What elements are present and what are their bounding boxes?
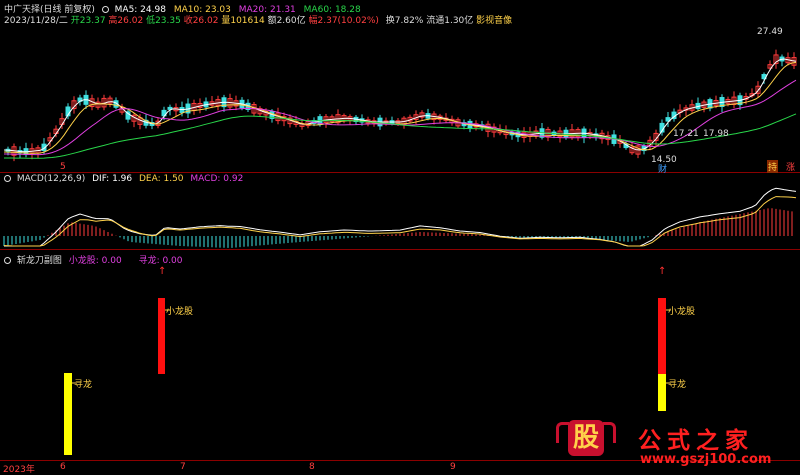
- moving-average-lines: [3, 58, 797, 159]
- macd-label: MACD(12,26,9): [16, 174, 86, 184]
- bar-label-xunlong: 寻龙: [74, 380, 93, 390]
- macd-dif: DIF: 1.96: [92, 174, 133, 184]
- xaxis-month-9: 9: [450, 462, 456, 472]
- bar-label-xiaolonggu: 小龙股: [668, 307, 696, 317]
- watermark-logo: 股: [556, 418, 616, 464]
- chart-canvas: [0, 49, 800, 461]
- logo-horn-right: [603, 422, 616, 443]
- xaxis-year: 2023年: [3, 465, 35, 475]
- quote-change: 幅2.37(10.02%): [308, 16, 379, 26]
- logo-text: 股: [568, 420, 604, 456]
- watermark-name: 公式之家: [638, 428, 754, 454]
- xaxis-month-7: 7: [180, 462, 186, 472]
- xaxis-month-6: 6: [60, 462, 66, 472]
- marker-cai: 财: [658, 165, 668, 175]
- signal-bar-xunlong: [64, 373, 72, 455]
- up-arrow-icon: ↑: [658, 266, 667, 277]
- quote-float: 流通1.30亿: [426, 16, 474, 26]
- quote-amount: 额2.60亿: [267, 16, 306, 26]
- marker-zhang: 涨: [786, 163, 796, 173]
- logo-horn-left: [556, 422, 569, 443]
- xaxis-month-8: 8: [309, 462, 315, 472]
- macd-value: MACD: 0.92: [190, 174, 244, 184]
- candlesticks: [5, 49, 797, 162]
- indicator-v1: 小龙股: 0.00: [68, 256, 122, 266]
- indicator-settings-icon[interactable]: [4, 257, 11, 264]
- price-label-2: 17.98: [703, 129, 729, 139]
- macd-header: MACD(12,26,9) DIF: 1.96 DEA: 1.50 MACD: …: [4, 174, 243, 184]
- quote-close: 收26.02: [183, 16, 219, 26]
- watermark-url: www.gszj100.com: [640, 452, 772, 467]
- settings-circle-icon[interactable]: [101, 6, 109, 13]
- signal-bar-xiaolonggu: [658, 298, 666, 374]
- quote-low: 低23.35: [146, 16, 181, 26]
- marker-5: 5: [60, 162, 66, 172]
- dea-line: [3, 196, 797, 247]
- quote-high: 高26.02: [108, 16, 144, 26]
- ma20-line: [4, 79, 797, 156]
- quote-open: 开23.37: [70, 16, 106, 26]
- indicator-v2: 寻龙: 0.00: [138, 256, 183, 266]
- up-arrow-icon: ↑: [158, 266, 167, 277]
- quote-sector: 影视音像: [476, 16, 513, 26]
- macd-dea: DEA: 1.50: [138, 174, 184, 184]
- bar-label-xunlong: 寻龙: [668, 380, 687, 390]
- quote-info: 2023/11/28/二 开23.37 高26.02 低23.35 收26.02…: [4, 13, 512, 26]
- price-label-high: 27.49: [757, 27, 783, 37]
- macd-histogram: [3, 208, 793, 248]
- macd-settings-icon[interactable]: [4, 175, 11, 182]
- macd-lines: [3, 187, 797, 247]
- marker-chi: 持: [767, 160, 779, 173]
- signal-bar-xunlong: [658, 374, 666, 411]
- dif-line: [4, 187, 797, 247]
- lower-header: 斩龙刀副图 小龙股: 0.00 寻龙: 0.00: [4, 253, 183, 266]
- bar-label-xiaolonggu: 小龙股: [166, 307, 194, 317]
- price-label-1: 17.21: [673, 129, 699, 139]
- quote-volume: 量101614: [221, 16, 265, 26]
- signal-bar-xiaolonggu: [158, 298, 165, 374]
- indicator-label: 斩龙刀副图: [16, 256, 62, 266]
- quote-turnover: 换7.82%: [385, 16, 424, 26]
- quote-date: 2023/11/28/二: [4, 16, 68, 26]
